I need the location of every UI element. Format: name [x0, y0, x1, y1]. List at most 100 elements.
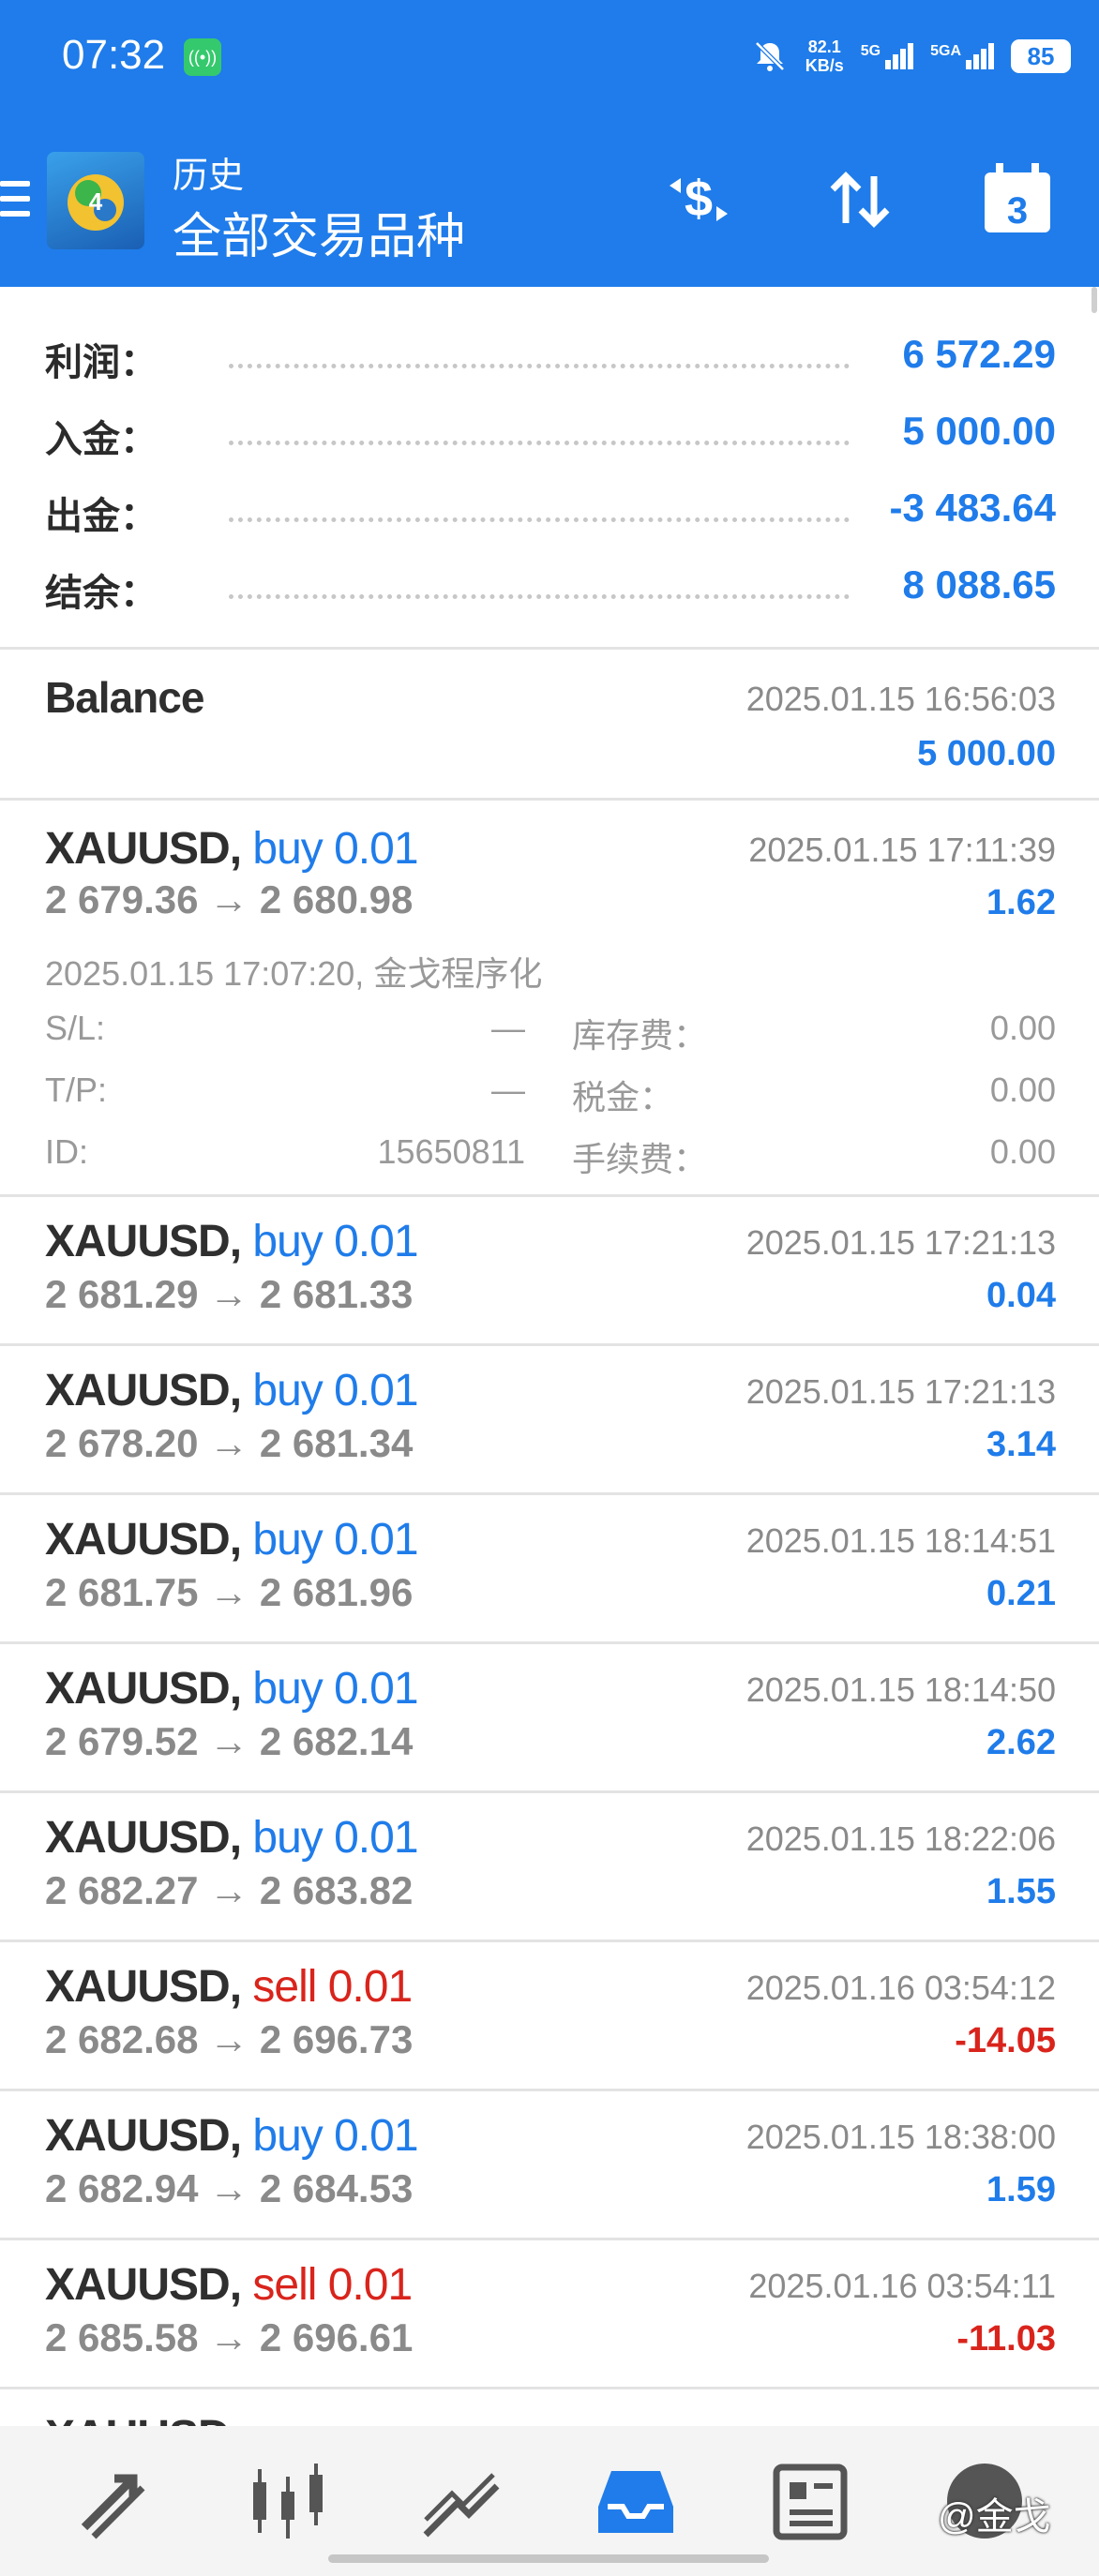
svg-text:4: 4	[89, 187, 103, 216]
withdrawal-value: -3 483.64	[889, 486, 1056, 530]
trade-side: buy 0.01	[252, 1366, 418, 1415]
summary-profit-row: 利润： 6 572.29	[45, 332, 1056, 388]
trade-close-time: 2025.01.15 18:14:51	[745, 1521, 1056, 1560]
profit-value: 6 572.29	[902, 332, 1057, 376]
trade-profit: 2.62	[986, 1723, 1056, 1762]
trade-row[interactable]: XAUUSD, buy 0.01 2 679.52 → 2 682.14 2025.…	[0, 1644, 1099, 1790]
summary-deposit-row: 入金： 5 000.00	[45, 409, 1056, 465]
header-subtitle: 历史	[173, 157, 245, 196]
trade-symbol-line: XAUUSD, buy 0.01	[45, 1216, 419, 1267]
summary-panel: 利润： 6 572.29 入金： 5 000.00 出金： -3 483.64 …	[0, 287, 1099, 651]
balance-op-amount: 5 000.00	[917, 734, 1056, 773]
summary-balance-row: 结余： 8 088.65	[45, 562, 1056, 619]
trade-profit: 0.21	[986, 1574, 1056, 1613]
trade-side: buy 0.01	[252, 824, 418, 874]
svg-text:$: $	[685, 171, 713, 227]
page-title[interactable]: 全部交易品种	[173, 197, 465, 267]
trade-close-time: 2025.01.15 17:21:13	[745, 1223, 1056, 1262]
menu-icon[interactable]	[0, 181, 30, 226]
balance-label: 结余：	[45, 573, 158, 614]
deposit-label: 入金：	[45, 419, 158, 460]
currency-exchange-icon[interactable]: $	[656, 157, 741, 242]
withdrawal-label: 出金：	[45, 496, 158, 537]
trade-row[interactable]: XAUUSD, sell 0.01 2 682.68 → 2 696.73 2025…	[0, 1942, 1099, 2089]
signal-5ga-label: 5GA	[930, 43, 961, 59]
trade-profit: -14.05	[955, 2021, 1056, 2060]
trade-symbol: XAUUSD,	[45, 2260, 242, 2310]
trade-row[interactable]: XAUUSD, buy 0.01 2 682.27 → 2 683.82 2025.…	[0, 1793, 1099, 1939]
id-value: 15650811	[377, 1132, 526, 1171]
home-indicator[interactable]	[328, 2554, 769, 2563]
trade-row[interactable]: XAUUSD, buy 0.01 2 678.20 → 2 681.34 2025.…	[0, 1346, 1099, 1492]
profit-label: 利润：	[45, 342, 158, 383]
news-icon[interactable]	[763, 2454, 857, 2548]
trade-side: sell 0.01	[252, 1962, 413, 2012]
balance-operation-row[interactable]: Balance 2025.01.15 16:56:03 5 000.00	[0, 650, 1099, 798]
trade-symbol: XAUUSD,	[45, 1515, 242, 1565]
balance-op-label: Balance	[45, 673, 204, 722]
sl-value: —	[491, 1009, 525, 1047]
trade-symbol-line: XAUUSD, buy 0.01	[45, 1365, 419, 1416]
status-indicators: 82.1 KB/s 5G 5GA 85	[751, 28, 1071, 84]
trade-row[interactable]: XAUUSD, buy 0.01 2 682.94 → 2 684.53 2025.…	[0, 2091, 1099, 2238]
trade-profit: 3.14	[986, 1425, 1056, 1464]
quotes-icon[interactable]	[66, 2454, 159, 2548]
net-speed-value: 82.1	[807, 37, 841, 56]
trade-symbol-line: XAUUSD, buy 0.01	[45, 2110, 419, 2162]
trade-symbol-line: XAUUSD, buy 0.01	[45, 1514, 419, 1565]
trade-side: buy 0.01	[252, 1217, 418, 1266]
net-speed-unit: KB/s	[805, 56, 844, 75]
metatrader-logo-icon[interactable]: 4	[47, 152, 144, 249]
trade-prices: 2 682.27 → 2 683.82	[45, 1868, 414, 1912]
trade-row-partial[interactable]: XAUUSD,	[0, 2389, 1099, 2426]
muted-bell-icon	[754, 41, 785, 71]
trade-side: buy 0.01	[252, 2111, 418, 2161]
battery-icon: 85	[1011, 39, 1071, 73]
trade-profit: 1.55	[986, 1872, 1056, 1911]
trade-open-info: 2025.01.15 17:07:20, 金戈程序化	[45, 954, 543, 993]
trade-row[interactable]: XAUUSD, buy 0.01 2 681.75 → 2 681.96 2025.…	[0, 1495, 1099, 1641]
trade-prices: 2 685.58 → 2 696.61	[45, 2315, 414, 2359]
calendar-icon[interactable]: 3	[975, 157, 1060, 242]
trade-symbol: XAUUSD,	[45, 824, 242, 874]
trade-prices: 2 681.75 → 2 681.96	[45, 1570, 414, 1614]
sort-icon[interactable]	[818, 157, 902, 242]
hotspot-icon: ((•))	[184, 38, 221, 76]
network-speed: 82.1 KB/s	[805, 37, 844, 75]
watermark: @金戈	[938, 2496, 1051, 2538]
tax-value: 0.00	[989, 1071, 1056, 1109]
trade-close-time: 2025.01.15 18:14:50	[745, 1670, 1056, 1709]
trade-symbol: XAUUSD,	[45, 1962, 242, 2012]
trade-symbol: XAUUSD,	[45, 2111, 242, 2161]
balance-op-time: 2025.01.15 16:56:03	[745, 680, 1056, 718]
summary-withdrawal-row: 出金： -3 483.64	[45, 486, 1056, 542]
trade-profit: 1.62	[986, 883, 1056, 922]
trade-icon[interactable]	[414, 2454, 508, 2548]
trade-close-time: 2025.01.15 17:21:13	[745, 1372, 1056, 1411]
id-label: ID:	[45, 1132, 89, 1171]
history-icon[interactable]	[589, 2454, 683, 2548]
trade-prices: 2 679.36 → 2 680.98	[45, 877, 414, 921]
chart-icon[interactable]	[240, 2454, 334, 2548]
trade-side: buy 0.01	[252, 1813, 418, 1863]
trade-profit: 0.04	[986, 1276, 1056, 1315]
fee-label: 手续费：	[572, 1140, 708, 1178]
trade-profit: 1.59	[986, 2170, 1056, 2209]
status-bar: 07:32 ((•)) 82.1 KB/s 5G 5GA 85	[0, 0, 1099, 111]
trade-row[interactable]: XAUUSD, sell 0.01 2 685.58 → 2 696.61 2025…	[0, 2240, 1099, 2387]
signal-5ga-icon: 5GA	[930, 43, 994, 69]
clock: 07:32	[62, 32, 166, 78]
trade-symbol: XAUUSD,	[45, 1217, 242, 1266]
trade-profit: -11.03	[956, 2319, 1056, 2359]
trade-symbol-partial: XAUUSD,	[45, 2411, 242, 2426]
trade-symbol-line: XAUUSD, buy 0.01	[45, 1812, 419, 1864]
trade-row[interactable]: XAUUSD, buy 0.01 2 681.29 → 2 681.33 2025.…	[0, 1197, 1099, 1343]
trade-prices: 2 681.29 → 2 681.33	[45, 1272, 414, 1316]
trade-prices: 2 679.52 → 2 682.14	[45, 1719, 414, 1763]
trade-close-time: 2025.01.15 18:38:00	[745, 2118, 1056, 2156]
trade-close-time: 2025.01.15 17:11:39	[748, 831, 1056, 869]
trade-row-expanded[interactable]: XAUUSD, buy 0.01 2 679.36 → 2 680.98 202…	[0, 801, 1099, 1194]
trade-symbol: XAUUSD,	[45, 1366, 242, 1415]
swap-label: 库存费：	[572, 1016, 708, 1055]
trade-close-time: 2025.01.15 18:22:06	[745, 1820, 1056, 1858]
